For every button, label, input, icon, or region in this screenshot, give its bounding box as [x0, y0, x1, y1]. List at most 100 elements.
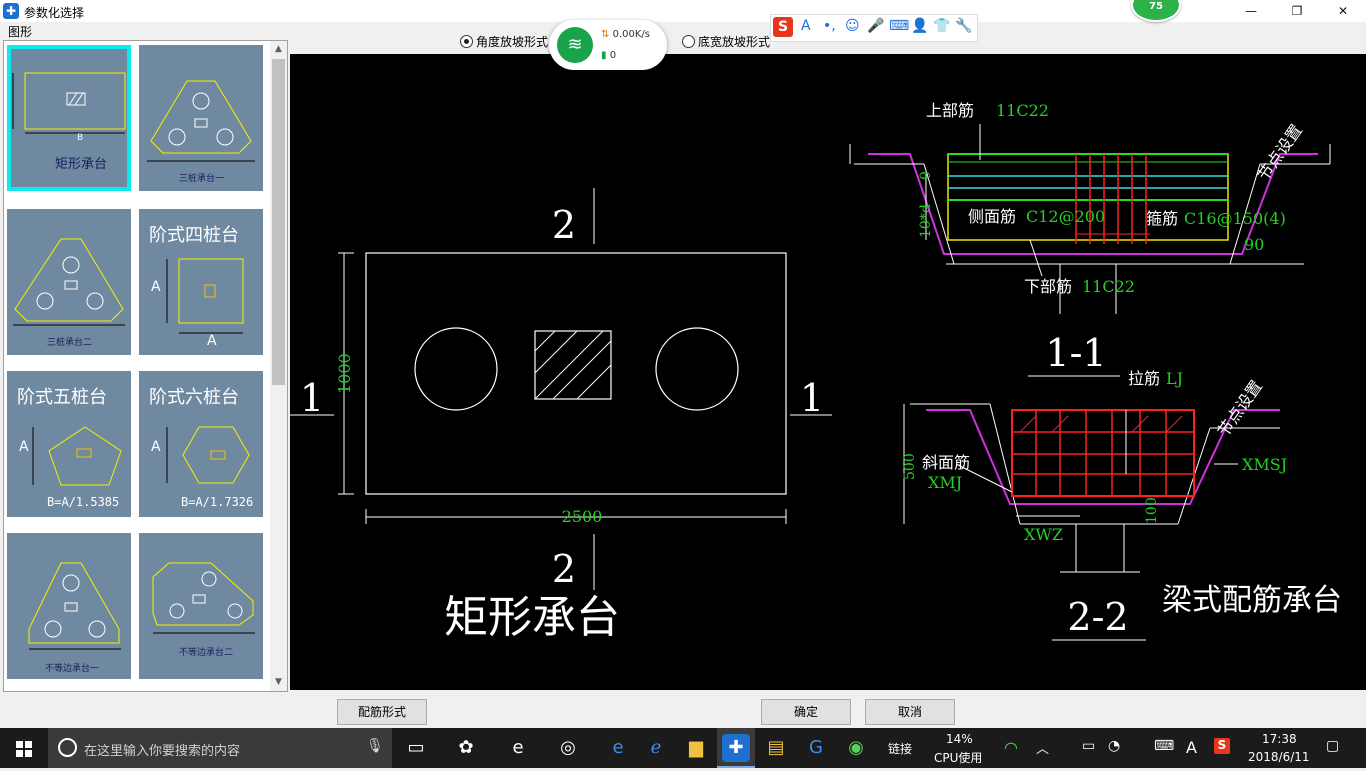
- network-icon[interactable]: ◔: [1108, 738, 1120, 754]
- scroll-thumb[interactable]: [272, 59, 285, 385]
- sogou-browser-icon[interactable]: G: [802, 734, 830, 762]
- close-button[interactable]: ✕: [1320, 0, 1366, 22]
- section-mark-1-left: 1: [300, 376, 324, 420]
- green-app-icon[interactable]: ◉: [842, 734, 870, 762]
- thumb-formula: B=A/1.7326: [181, 495, 254, 509]
- thumb-formula: B=A/1.5385: [47, 495, 120, 509]
- dim-10d-label: 10*d: [918, 204, 934, 238]
- keyboard-icon[interactable]: ⌨: [1154, 738, 1174, 754]
- section-mark-2-bottom: 2: [552, 547, 576, 591]
- main-drawing-title: 矩形承台: [444, 592, 620, 643]
- browser-swirl-icon[interactable]: ◎: [554, 734, 582, 762]
- floating-score-badge[interactable]: 75: [1131, 0, 1181, 22]
- section-1-1-title: 1-1: [1045, 331, 1106, 375]
- thumb-rect-pile-cap[interactable]: B 矩形承台: [7, 45, 131, 191]
- dim-100-label: 100: [1144, 497, 1160, 524]
- thumb-three-pile-cap-1[interactable]: 三桩承台一: [139, 45, 263, 191]
- angle-label: 90: [1244, 235, 1264, 254]
- thumb-caption: 不等边承台二: [179, 648, 234, 658]
- pinwheel-app-icon[interactable]: ✿: [452, 734, 480, 762]
- app-icon: ✚: [3, 3, 19, 19]
- scroll-down-icon[interactable]: ▼: [270, 674, 287, 691]
- scroll-up-icon[interactable]: ▲: [270, 41, 287, 58]
- radio-bottom-label: 底宽放坡形式: [698, 35, 771, 49]
- drawing-canvas[interactable]: 2 2 1 1 100 0 2500 矩形承台 上部筋 11C22 侧面筋 C12…: [290, 54, 1366, 690]
- ie-icon[interactable]: e: [504, 734, 532, 762]
- thumb-unequal-cap-1[interactable]: 不等边承台一: [7, 533, 131, 679]
- shape-list-scrollbar[interactable]: ▲ ▼: [270, 41, 287, 691]
- edge-icon[interactable]: e: [604, 734, 632, 762]
- radio-checked-icon: [460, 35, 473, 48]
- thumb-dim-a: A: [19, 439, 29, 455]
- ime-lang-icon[interactable]: A: [801, 18, 811, 34]
- ime-emoji-icon[interactable]: ☺: [845, 18, 860, 34]
- radio-angle-label: 角度放坡形式: [476, 35, 549, 49]
- xwz-label: XWZ: [1024, 525, 1063, 544]
- section-mark-1-right: 1: [800, 376, 824, 420]
- section-2-2-title: 2-2: [1067, 595, 1128, 639]
- ime-skin-icon[interactable]: 👕: [933, 18, 950, 34]
- notes-app-icon[interactable]: ▤: [762, 734, 790, 762]
- top-bar-label: 上部筋: [926, 101, 974, 120]
- thumb-dim-a: A: [151, 439, 161, 455]
- wifi-tray-icon[interactable]: ◠: [1004, 738, 1018, 757]
- ime-punct-icon[interactable]: •,: [823, 18, 836, 34]
- side-bar-label: 侧面筋: [968, 207, 1016, 226]
- net-count: ▮ 0: [601, 50, 617, 61]
- bottom-bar-label: 下部筋: [1024, 277, 1072, 296]
- cad-app-icon[interactable]: ✚: [722, 734, 750, 762]
- clock-date[interactable]: 2018/6/11: [1248, 750, 1310, 764]
- ok-button[interactable]: 确定: [761, 699, 851, 725]
- cpu-label: CPU使用: [934, 751, 983, 765]
- section-mark-2-top: 2: [552, 203, 576, 247]
- start-button[interactable]: [0, 728, 48, 768]
- stirrup-label: 箍筋: [1146, 209, 1178, 228]
- ime-keyboard-icon[interactable]: ⌨: [889, 18, 909, 34]
- input-language[interactable]: A: [1186, 738, 1197, 757]
- network-speed-widget[interactable]: ≋ ⇅ 0.00K/s ▮ 0: [549, 20, 667, 70]
- maximize-button[interactable]: ❐: [1274, 0, 1320, 22]
- radio-bottom-width-slope[interactable]: 底宽放坡形式: [682, 33, 770, 50]
- thumb-stepped-four-pile[interactable]: 阶式四桩台 A A: [139, 209, 263, 355]
- thumb-unequal-cap-2[interactable]: 不等边承台二: [139, 533, 263, 679]
- thumb-stepped-five-pile[interactable]: 阶式五桩台 A B=A/1.5385: [7, 371, 131, 517]
- tie-bar-label: 拉筋: [1128, 369, 1160, 388]
- sogou-tray-icon[interactable]: S: [1214, 738, 1230, 754]
- cortana-icon: [58, 738, 77, 757]
- mic-icon[interactable]: 🎙: [366, 738, 384, 754]
- thumb-dim-a-bottom: A: [207, 333, 217, 349]
- radio-unchecked-icon: [682, 35, 695, 48]
- thumb-caption: 不等边承台一: [45, 664, 100, 674]
- thumb-stepped-six-pile[interactable]: 阶式六桩台 A B=A/1.7326: [139, 371, 263, 517]
- task-view-icon[interactable]: ▭: [402, 734, 430, 762]
- ime-voice-icon[interactable]: 🎤: [867, 18, 884, 34]
- action-center-icon[interactable]: ▢: [1326, 738, 1339, 754]
- search-placeholder: 在这里输入你要搜索的内容: [84, 744, 241, 759]
- sogou-logo-icon[interactable]: S: [773, 17, 793, 37]
- shape-list: B 矩形承台 三桩承台一 三桩承台二 阶式四桩台 A A 阶式五桩台 A B=A…: [3, 40, 288, 692]
- ime-settings-icon[interactable]: 🔧: [955, 18, 972, 34]
- dim-width-label: 2500: [562, 507, 603, 526]
- thumb-dim-a: A: [151, 279, 161, 295]
- slope-bar-label: 斜面筋: [922, 453, 970, 472]
- radio-angle-slope[interactable]: 角度放坡形式: [460, 33, 548, 50]
- dim-zero-label: 0: [918, 171, 934, 180]
- battery-icon[interactable]: ▭: [1082, 738, 1095, 754]
- rebar-form-button[interactable]: 配筋形式: [337, 699, 427, 725]
- minimize-button[interactable]: —: [1228, 0, 1274, 22]
- ime-user-icon[interactable]: 👤: [911, 18, 928, 34]
- thumb-three-pile-cap-2[interactable]: 三桩承台二: [7, 209, 131, 355]
- stirrup-value: C16@150(4): [1184, 209, 1286, 228]
- show-hidden-icons-icon[interactable]: ︿: [1036, 738, 1049, 757]
- thumb-caption: 三桩承台一: [179, 174, 225, 184]
- clock-time[interactable]: 17:38: [1262, 732, 1297, 746]
- title-bar: ✚ 参数化选择 75 — ❐ ✕: [0, 0, 1366, 22]
- xmsj-label: XMSJ: [1242, 455, 1287, 474]
- cancel-button[interactable]: 取消: [865, 699, 955, 725]
- taskbar-search[interactable]: 在这里输入你要搜索的内容 🎙: [48, 728, 392, 768]
- file-explorer-icon[interactable]: ▆: [682, 734, 710, 762]
- link-label[interactable]: 链接: [888, 740, 912, 757]
- xmj-label: XMJ: [928, 473, 962, 492]
- ie-blue-icon[interactable]: ℯ: [642, 734, 670, 762]
- side-bar-value: C12@200: [1026, 207, 1105, 226]
